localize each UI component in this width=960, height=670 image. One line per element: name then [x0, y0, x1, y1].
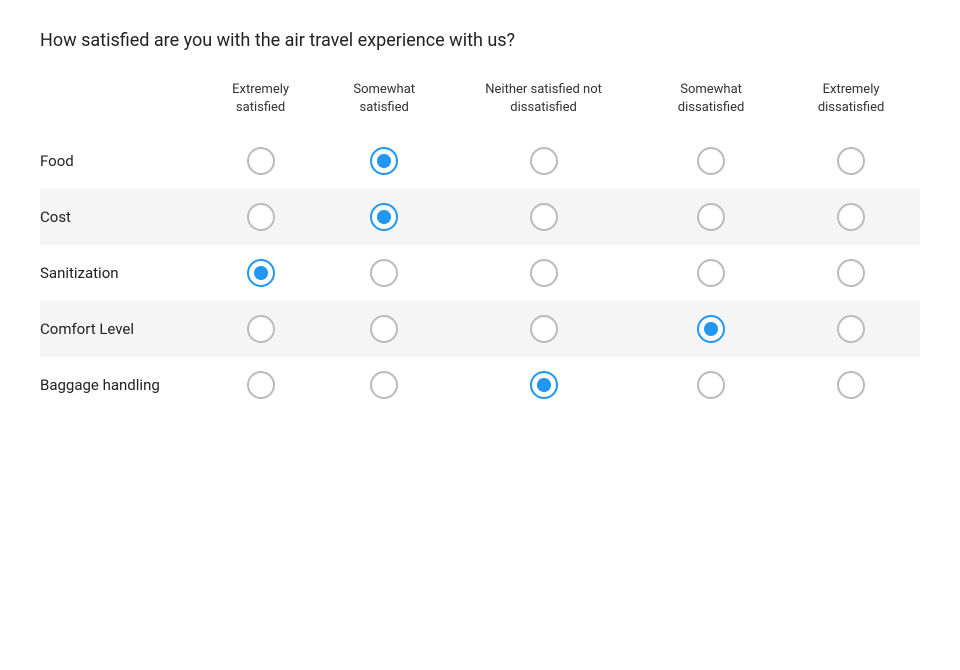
- radio-cell-sanitization-col-3[interactable]: [640, 245, 782, 301]
- radio-sanitization-3[interactable]: [697, 259, 725, 287]
- radio-baggage-handling-0[interactable]: [247, 371, 275, 399]
- col-header-neither: Neither satisfied not dissatisfied: [447, 81, 640, 133]
- radio-comfort-level-0[interactable]: [247, 315, 275, 343]
- col-header-extremely-satisfied: Extremely satisfied: [200, 81, 321, 133]
- radio-cell-sanitization-col-2[interactable]: [447, 245, 640, 301]
- radio-cell-comfort-level-col-2[interactable]: [447, 301, 640, 357]
- radio-sanitization-4[interactable]: [837, 259, 865, 287]
- radio-cell-cost-col-1[interactable]: [321, 189, 447, 245]
- radio-cost-2[interactable]: [530, 203, 558, 231]
- radio-cell-comfort-level-col-4[interactable]: [782, 301, 920, 357]
- radio-sanitization-0[interactable]: [247, 259, 275, 287]
- radio-cell-food-col-1[interactable]: [321, 133, 447, 189]
- radio-food-4[interactable]: [837, 147, 865, 175]
- radio-cell-food-col-3[interactable]: [640, 133, 782, 189]
- radio-cell-sanitization-col-0[interactable]: [200, 245, 321, 301]
- radio-cell-cost-col-0[interactable]: [200, 189, 321, 245]
- radio-cell-sanitization-col-4[interactable]: [782, 245, 920, 301]
- radio-baggage-handling-4[interactable]: [837, 371, 865, 399]
- radio-cost-1[interactable]: [370, 203, 398, 231]
- radio-comfort-level-1[interactable]: [370, 315, 398, 343]
- row-label-cost: Cost: [40, 189, 200, 245]
- radio-food-2[interactable]: [530, 147, 558, 175]
- radio-cell-food-col-0[interactable]: [200, 133, 321, 189]
- row-label-sanitization: Sanitization: [40, 245, 200, 301]
- radio-cost-0[interactable]: [247, 203, 275, 231]
- radio-sanitization-1[interactable]: [370, 259, 398, 287]
- radio-cell-food-col-2[interactable]: [447, 133, 640, 189]
- radio-sanitization-2[interactable]: [530, 259, 558, 287]
- radio-baggage-handling-2[interactable]: [530, 371, 558, 399]
- row-label-baggage-handling: Baggage handling: [40, 357, 200, 413]
- radio-cell-baggage-handling-col-4[interactable]: [782, 357, 920, 413]
- col-header-extremely-dissatisfied: Extremely dissatisfied: [782, 81, 920, 133]
- radio-cost-4[interactable]: [837, 203, 865, 231]
- radio-cell-comfort-level-col-0[interactable]: [200, 301, 321, 357]
- radio-baggage-handling-3[interactable]: [697, 371, 725, 399]
- row-label-food: Food: [40, 133, 200, 189]
- radio-food-3[interactable]: [697, 147, 725, 175]
- row-label-comfort-level: Comfort Level: [40, 301, 200, 357]
- radio-cell-comfort-level-col-1[interactable]: [321, 301, 447, 357]
- radio-cell-baggage-handling-col-0[interactable]: [200, 357, 321, 413]
- col-header-somewhat-dissatisfied: Somewhat dissatisfied: [640, 81, 782, 133]
- radio-cell-cost-col-4[interactable]: [782, 189, 920, 245]
- radio-comfort-level-3[interactable]: [697, 315, 725, 343]
- radio-cell-baggage-handling-col-3[interactable]: [640, 357, 782, 413]
- col-header-somewhat-satisfied: Somewhat satisfied: [321, 81, 447, 133]
- radio-comfort-level-2[interactable]: [530, 315, 558, 343]
- radio-baggage-handling-1[interactable]: [370, 371, 398, 399]
- radio-cell-baggage-handling-col-1[interactable]: [321, 357, 447, 413]
- radio-cell-food-col-4[interactable]: [782, 133, 920, 189]
- radio-food-0[interactable]: [247, 147, 275, 175]
- radio-comfort-level-4[interactable]: [837, 315, 865, 343]
- question-title: How satisfied are you with the air trave…: [40, 30, 920, 51]
- radio-cell-baggage-handling-col-2[interactable]: [447, 357, 640, 413]
- radio-food-1[interactable]: [370, 147, 398, 175]
- radio-cell-cost-col-3[interactable]: [640, 189, 782, 245]
- radio-cost-3[interactable]: [697, 203, 725, 231]
- survey-table: Extremely satisfied Somewhat satisfied N…: [40, 81, 920, 413]
- col-header-empty: [40, 81, 200, 133]
- radio-cell-sanitization-col-1[interactable]: [321, 245, 447, 301]
- radio-cell-cost-col-2[interactable]: [447, 189, 640, 245]
- radio-cell-comfort-level-col-3[interactable]: [640, 301, 782, 357]
